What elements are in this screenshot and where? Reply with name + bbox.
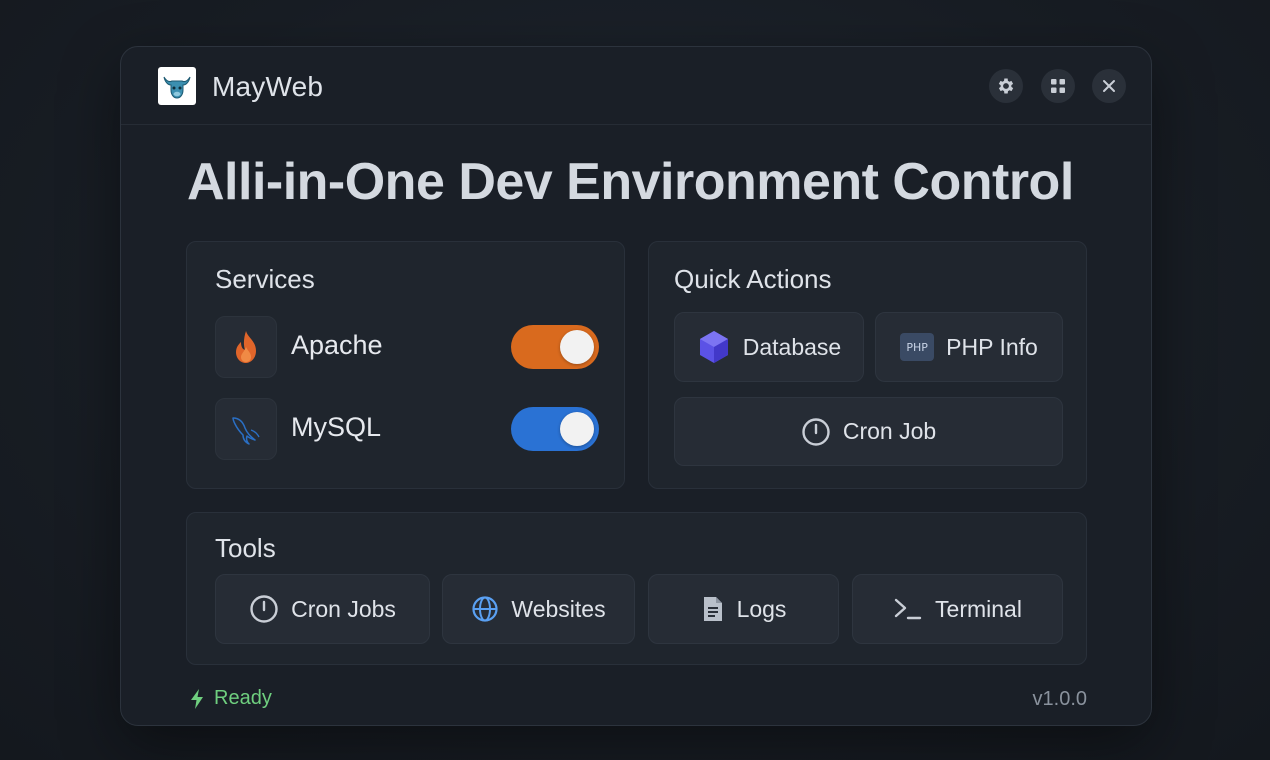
clock-icon [249, 594, 279, 624]
bull-logo-icon [158, 67, 196, 105]
status-indicator: Ready [189, 687, 272, 710]
status-text: Ready [214, 687, 272, 709]
service-name: MySQL [291, 412, 382, 442]
php-info-label: PHP Info [946, 333, 1038, 360]
tools-panel: Tools Cron Jobs Websites Logs Terminal [186, 512, 1087, 665]
cron-jobs-label: Cron Jobs [291, 595, 396, 622]
websites-label: Websites [511, 595, 606, 622]
tools-title: Tools [215, 533, 276, 563]
clock-icon [801, 417, 831, 447]
gear-icon [996, 76, 1016, 96]
database-label: Database [742, 333, 842, 360]
services-title: Services [215, 264, 315, 294]
settings-button[interactable] [989, 69, 1023, 103]
terminal-icon [893, 596, 923, 622]
app-title: MayWeb [212, 71, 324, 102]
quick-actions-panel: Quick Actions Database PHP PHP Info Cron… [648, 241, 1087, 489]
flame-icon [215, 316, 277, 378]
version-label: v1.0.0 [1032, 688, 1087, 710]
lightning-icon [189, 688, 205, 710]
close-icon [1101, 78, 1117, 94]
page-headline: Alli-in-One Dev Environment Control [187, 153, 1074, 211]
logs-label: Logs [736, 595, 787, 622]
quick-actions-title: Quick Actions [674, 264, 832, 294]
terminal-label: Terminal [935, 595, 1022, 622]
cron-job-label: Cron Job [842, 418, 937, 444]
toggle-knob [560, 412, 594, 446]
mysql-toggle[interactable] [511, 407, 599, 451]
document-icon [701, 595, 725, 623]
logs-button[interactable]: Logs [648, 574, 839, 644]
cron-jobs-button[interactable]: Cron Jobs [215, 574, 430, 644]
cube-icon [697, 329, 731, 365]
title-bar: MayWeb [121, 47, 1151, 125]
php-badge: PHP [900, 333, 935, 361]
dolphin-icon [215, 398, 277, 460]
service-row-apache: Apache [215, 316, 599, 378]
service-name: Apache [291, 330, 383, 360]
service-row-mysql: MySQL [215, 398, 599, 460]
php-info-button[interactable]: PHP PHP Info [875, 312, 1063, 382]
cron-job-button[interactable]: Cron Job [674, 397, 1063, 466]
grid-icon [1050, 78, 1066, 94]
close-button[interactable] [1092, 69, 1126, 103]
globe-icon [471, 595, 499, 623]
php-icon: PHP [900, 333, 935, 361]
websites-button[interactable]: Websites [442, 574, 635, 644]
terminal-button[interactable]: Terminal [852, 574, 1063, 644]
app-window: MayWeb Alli-in-One Dev Environment Contr… [120, 46, 1152, 726]
database-button[interactable]: Database [674, 312, 864, 382]
grid-menu-button[interactable] [1041, 69, 1075, 103]
services-panel: Services Apache MySQL [186, 241, 625, 489]
apache-toggle[interactable] [511, 325, 599, 369]
toggle-knob [560, 330, 594, 364]
